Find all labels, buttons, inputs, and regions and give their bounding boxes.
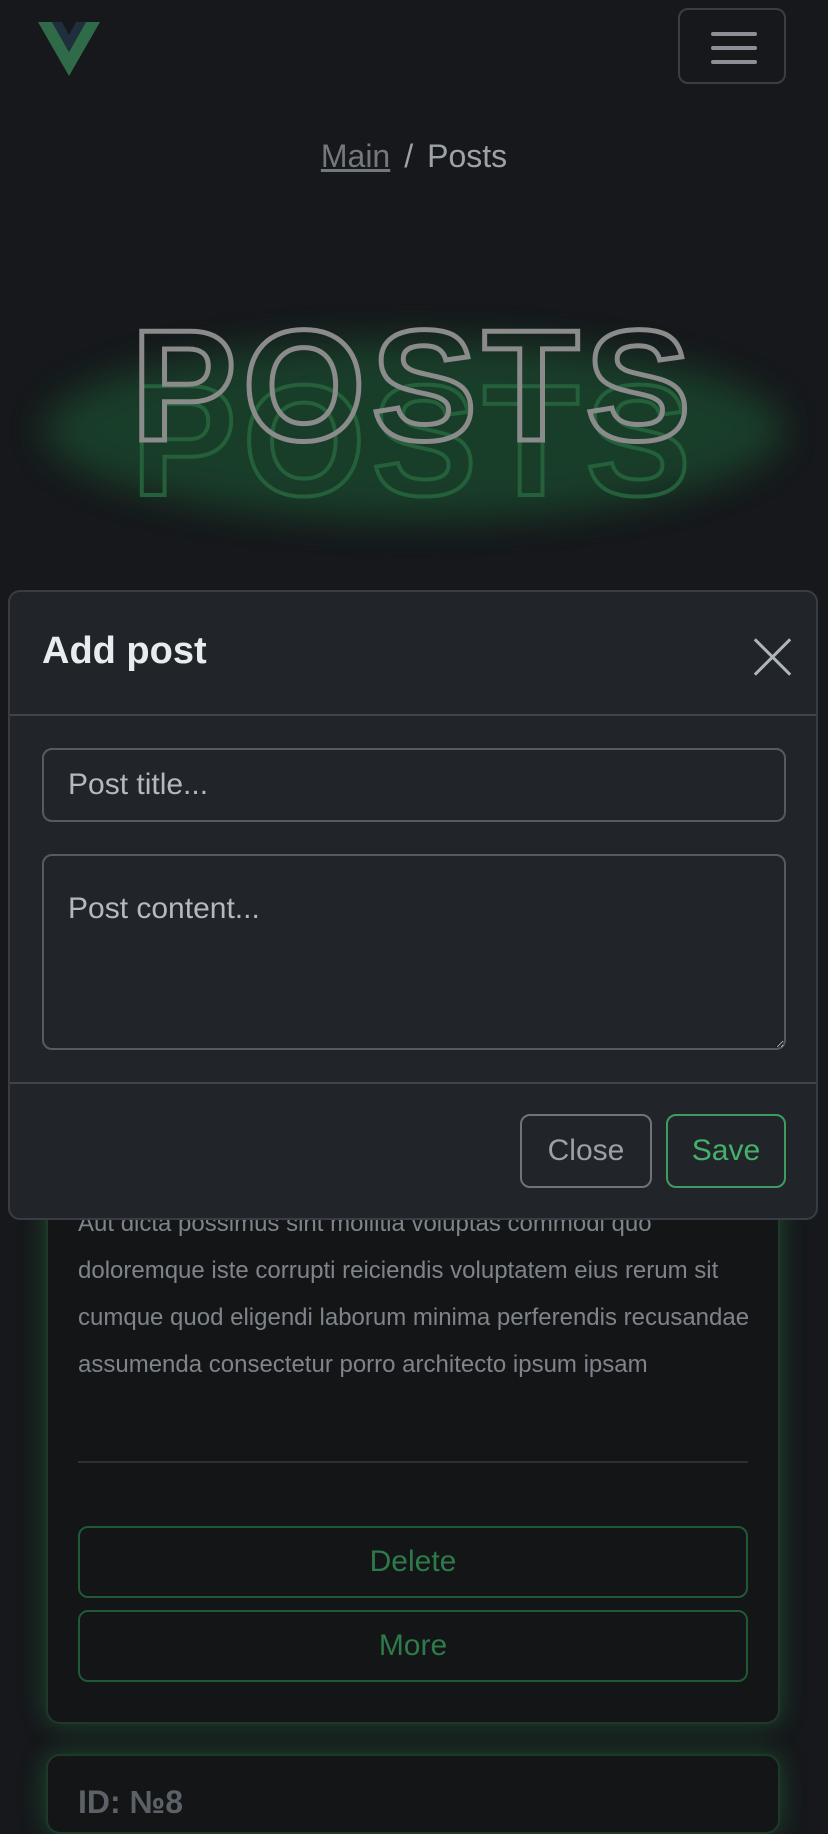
vue-logo-icon[interactable] bbox=[38, 22, 100, 76]
delete-post-button[interactable]: Delete bbox=[78, 1526, 748, 1598]
post-card: Aut dicta possimus sint mollitia volupta… bbox=[46, 1180, 780, 1724]
breadcrumb-main-link[interactable]: Main bbox=[321, 138, 390, 174]
breadcrumb-current: Posts bbox=[427, 138, 508, 174]
modal-title: Add post bbox=[42, 630, 207, 672]
close-button[interactable]: Close bbox=[520, 1114, 652, 1188]
post-id: ID: №8 bbox=[78, 1784, 184, 1820]
hero-banner: POSTS POSTS POSTS bbox=[0, 300, 828, 560]
breadcrumb-separator: / bbox=[404, 138, 414, 174]
post-title-input[interactable] bbox=[42, 748, 786, 822]
add-post-modal: Add post Close Save bbox=[8, 590, 818, 1220]
hamburger-menu-icon[interactable] bbox=[678, 8, 786, 84]
breadcrumb: Main / Posts bbox=[0, 136, 828, 176]
posts-hero-title: POSTS POSTS POSTS bbox=[44, 300, 784, 531]
post-card: ID: №8 bbox=[46, 1754, 780, 1834]
post-content-textarea[interactable] bbox=[42, 854, 786, 1050]
save-button[interactable]: Save bbox=[666, 1114, 786, 1188]
more-post-button[interactable]: More bbox=[78, 1610, 748, 1682]
modal-footer-divider bbox=[10, 1082, 816, 1084]
post-divider bbox=[78, 1461, 748, 1463]
close-icon[interactable] bbox=[752, 636, 794, 678]
post-body: Aut dicta possimus sint mollitia volupta… bbox=[78, 1210, 750, 1378]
navbar bbox=[0, 0, 828, 92]
modal-header-divider bbox=[10, 714, 816, 716]
